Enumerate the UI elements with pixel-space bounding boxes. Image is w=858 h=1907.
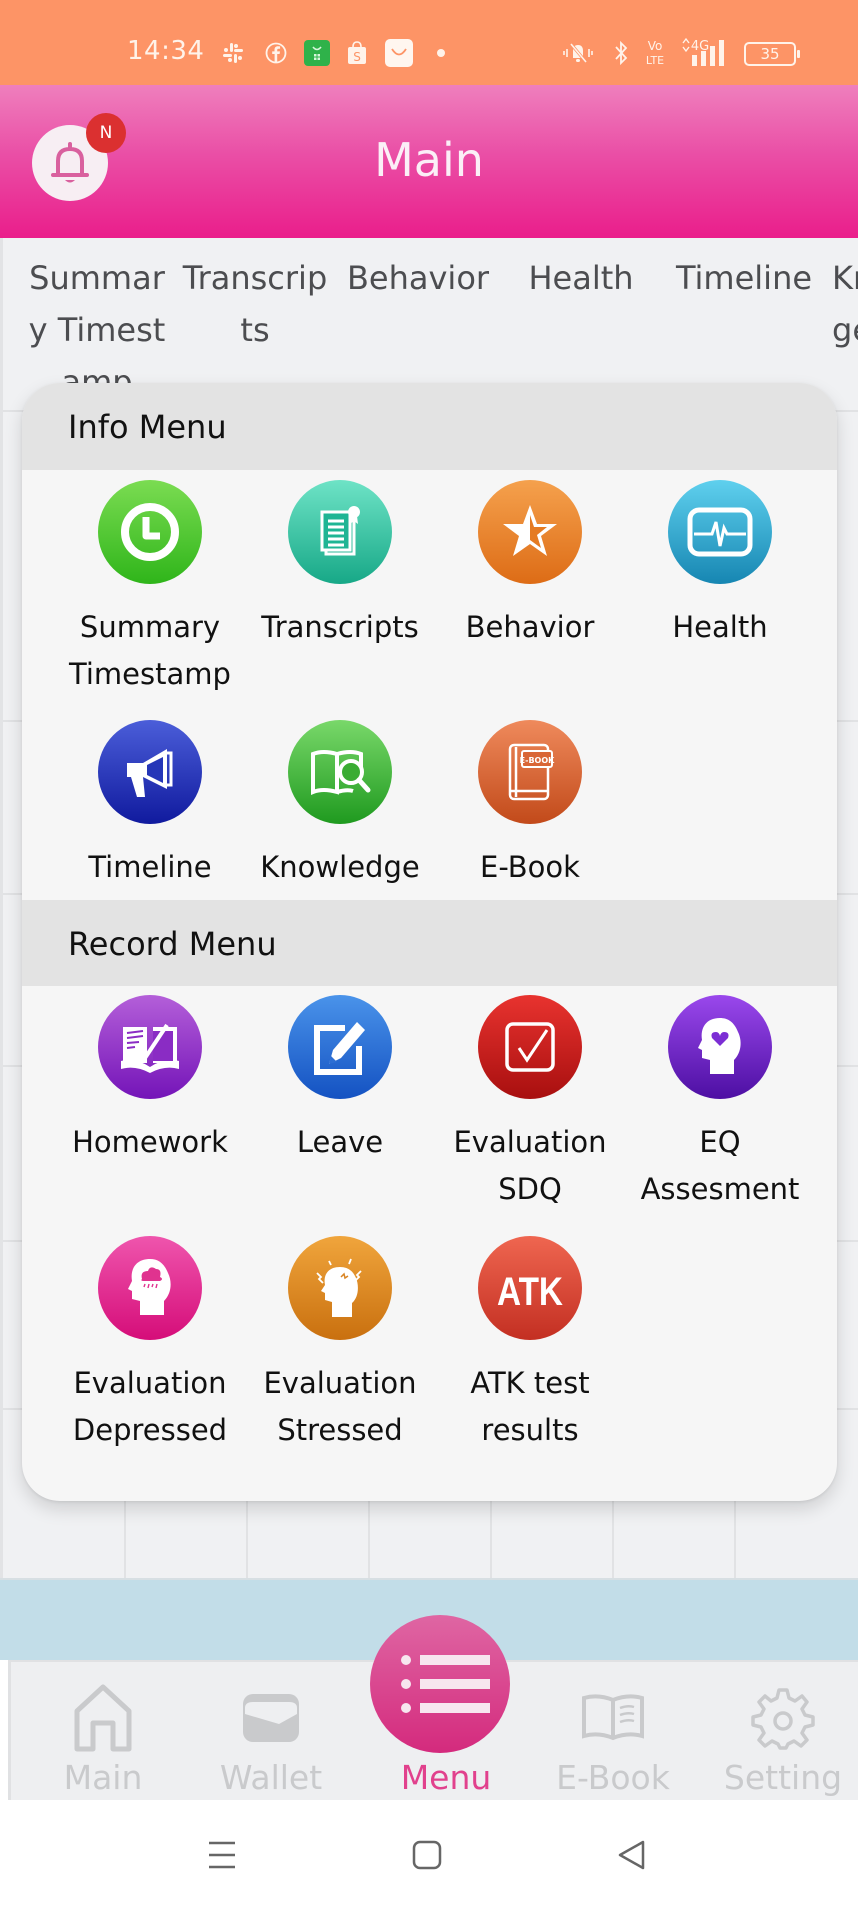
menu-item-timeline[interactable]: Timeline: [60, 720, 240, 891]
system-navigation-bar: [0, 1800, 858, 1907]
ebook-badge-text: E-BOOK: [520, 756, 555, 765]
menu-item-knowledge[interactable]: Knowledge: [250, 720, 430, 891]
menu-label: EQ Assesment: [640, 1125, 800, 1206]
back-button[interactable]: [610, 1833, 654, 1877]
certificate-document-icon: [288, 480, 392, 584]
megaphone-icon: [98, 720, 202, 824]
facebook-icon: [265, 42, 287, 64]
more-dot-icon: [430, 42, 452, 64]
menu-label: Leave: [296, 1125, 384, 1159]
menu-item-evaluation-depressed[interactable]: Evaluation Depressed: [60, 1236, 240, 1454]
page-title: Main: [374, 133, 484, 187]
nav-setting[interactable]: Setting: [703, 1662, 858, 1802]
menu-label: Transcripts: [261, 610, 419, 644]
recent-apps-icon: [209, 1841, 235, 1869]
info-menu-header: Info Menu: [22, 383, 837, 470]
home-button[interactable]: [405, 1833, 449, 1877]
nav-label: Wallet: [219, 1758, 323, 1797]
volte-icon: Vo LTE: [644, 38, 666, 68]
menu-item-ebook[interactable]: E-BOOK E-Book: [440, 720, 620, 891]
menu-label: Evaluation Depressed: [72, 1366, 228, 1447]
tab-health[interactable]: Health: [506, 252, 656, 304]
heartbeat-monitor-icon: [668, 480, 772, 584]
4g-signal-icon: 4G: [680, 36, 736, 68]
menu-label: Summary Timestamp: [69, 610, 231, 691]
edit-form-icon: [288, 995, 392, 1099]
shopee-icon: S: [345, 40, 369, 66]
home-icon: [68, 1680, 138, 1756]
grab-icon: [304, 40, 330, 66]
home-square-icon: [412, 1840, 442, 1870]
menu-item-evaluation-stressed[interactable]: Evaluation Stressed: [250, 1236, 430, 1454]
head-heart-icon: [668, 995, 772, 1099]
head-raincloud-icon: [98, 1236, 202, 1340]
atk-icon: ATK: [478, 1236, 582, 1340]
nav-main[interactable]: Main: [23, 1662, 183, 1802]
clock-icon: [98, 480, 202, 584]
open-book-icon: [578, 1680, 648, 1756]
nav-menu-button[interactable]: [370, 1615, 510, 1753]
menu-item-behavior[interactable]: Behavior: [440, 480, 620, 651]
svg-text:LTE: LTE: [646, 54, 664, 67]
homework-book-icon: [98, 995, 202, 1099]
book-search-icon: [288, 720, 392, 824]
battery-level: 35: [760, 45, 780, 63]
info-menu-title: Info Menu: [68, 408, 227, 446]
menu-label: Evaluation Stressed: [263, 1366, 417, 1447]
wallet-icon: [236, 1680, 306, 1756]
svg-text:Vo: Vo: [648, 39, 663, 53]
menu-item-atk-test-results[interactable]: ATK ATK test results: [440, 1236, 620, 1454]
ebook-icon: E-BOOK: [478, 720, 582, 824]
menu-item-health[interactable]: Health: [630, 480, 810, 651]
tab-behavior[interactable]: Behavior: [343, 252, 493, 304]
menu-popup: Info Menu Summary Timestamp Transcripts …: [22, 383, 837, 1501]
head-stress-icon: [288, 1236, 392, 1340]
gear-icon: [748, 1680, 818, 1756]
menu-label: Homework: [72, 1125, 228, 1159]
menu-label: Timeline: [88, 850, 212, 884]
tab-timeline[interactable]: Timeline: [669, 252, 819, 304]
menu-label: E-Book: [480, 850, 580, 884]
vibrate-mute-icon: [562, 42, 594, 64]
battery-indicator: 35: [744, 42, 800, 66]
menu-list-icon: [401, 1655, 490, 1713]
slack-icon: [222, 42, 244, 64]
status-time: 14:34: [127, 36, 205, 66]
menu-item-transcripts[interactable]: Transcripts: [250, 480, 430, 651]
nav-label: Main: [63, 1758, 143, 1797]
checkbox-icon: [478, 995, 582, 1099]
atk-badge-text: ATK: [497, 1270, 563, 1313]
tab-knowledge[interactable]: Knowledge: [832, 252, 858, 356]
menu-label: Knowledge: [260, 850, 420, 884]
nav-label: Setting: [723, 1758, 843, 1797]
menu-label: ATK test results: [470, 1366, 590, 1447]
record-menu-header: Record Menu: [22, 900, 837, 986]
menu-item-leave[interactable]: Leave: [250, 995, 430, 1166]
back-icon: [618, 1840, 645, 1870]
app-header: N Main: [0, 85, 858, 238]
menu-label: Evaluation SDQ: [453, 1125, 607, 1206]
nav-ebook[interactable]: E-Book: [533, 1662, 693, 1802]
menu-item-eq-assessment[interactable]: EQ Assesment: [630, 995, 810, 1213]
menu-item-summary-timestamp[interactable]: Summary Timestamp: [60, 480, 240, 698]
record-menu-title: Record Menu: [68, 925, 277, 963]
svg-text:4G: 4G: [691, 39, 709, 54]
nav-label: E-Book: [556, 1758, 670, 1797]
nav-wallet[interactable]: Wallet: [191, 1662, 351, 1802]
lazada-icon: [385, 39, 413, 67]
status-bar: 14:34 S Vo LTE 4G 35: [0, 0, 858, 85]
recent-apps-button[interactable]: [200, 1833, 244, 1877]
star-icon: [478, 480, 582, 584]
menu-label: Behavior: [465, 610, 595, 644]
bluetooth-icon: [610, 40, 632, 66]
menu-item-homework[interactable]: Homework: [60, 995, 240, 1166]
menu-label: Health: [672, 610, 768, 644]
tab-transcripts[interactable]: Transcripts: [180, 252, 330, 356]
svg-text:S: S: [353, 50, 361, 64]
menu-item-evaluation-sdq[interactable]: Evaluation SDQ: [440, 995, 620, 1213]
nav-label: Menu: [400, 1758, 492, 1797]
